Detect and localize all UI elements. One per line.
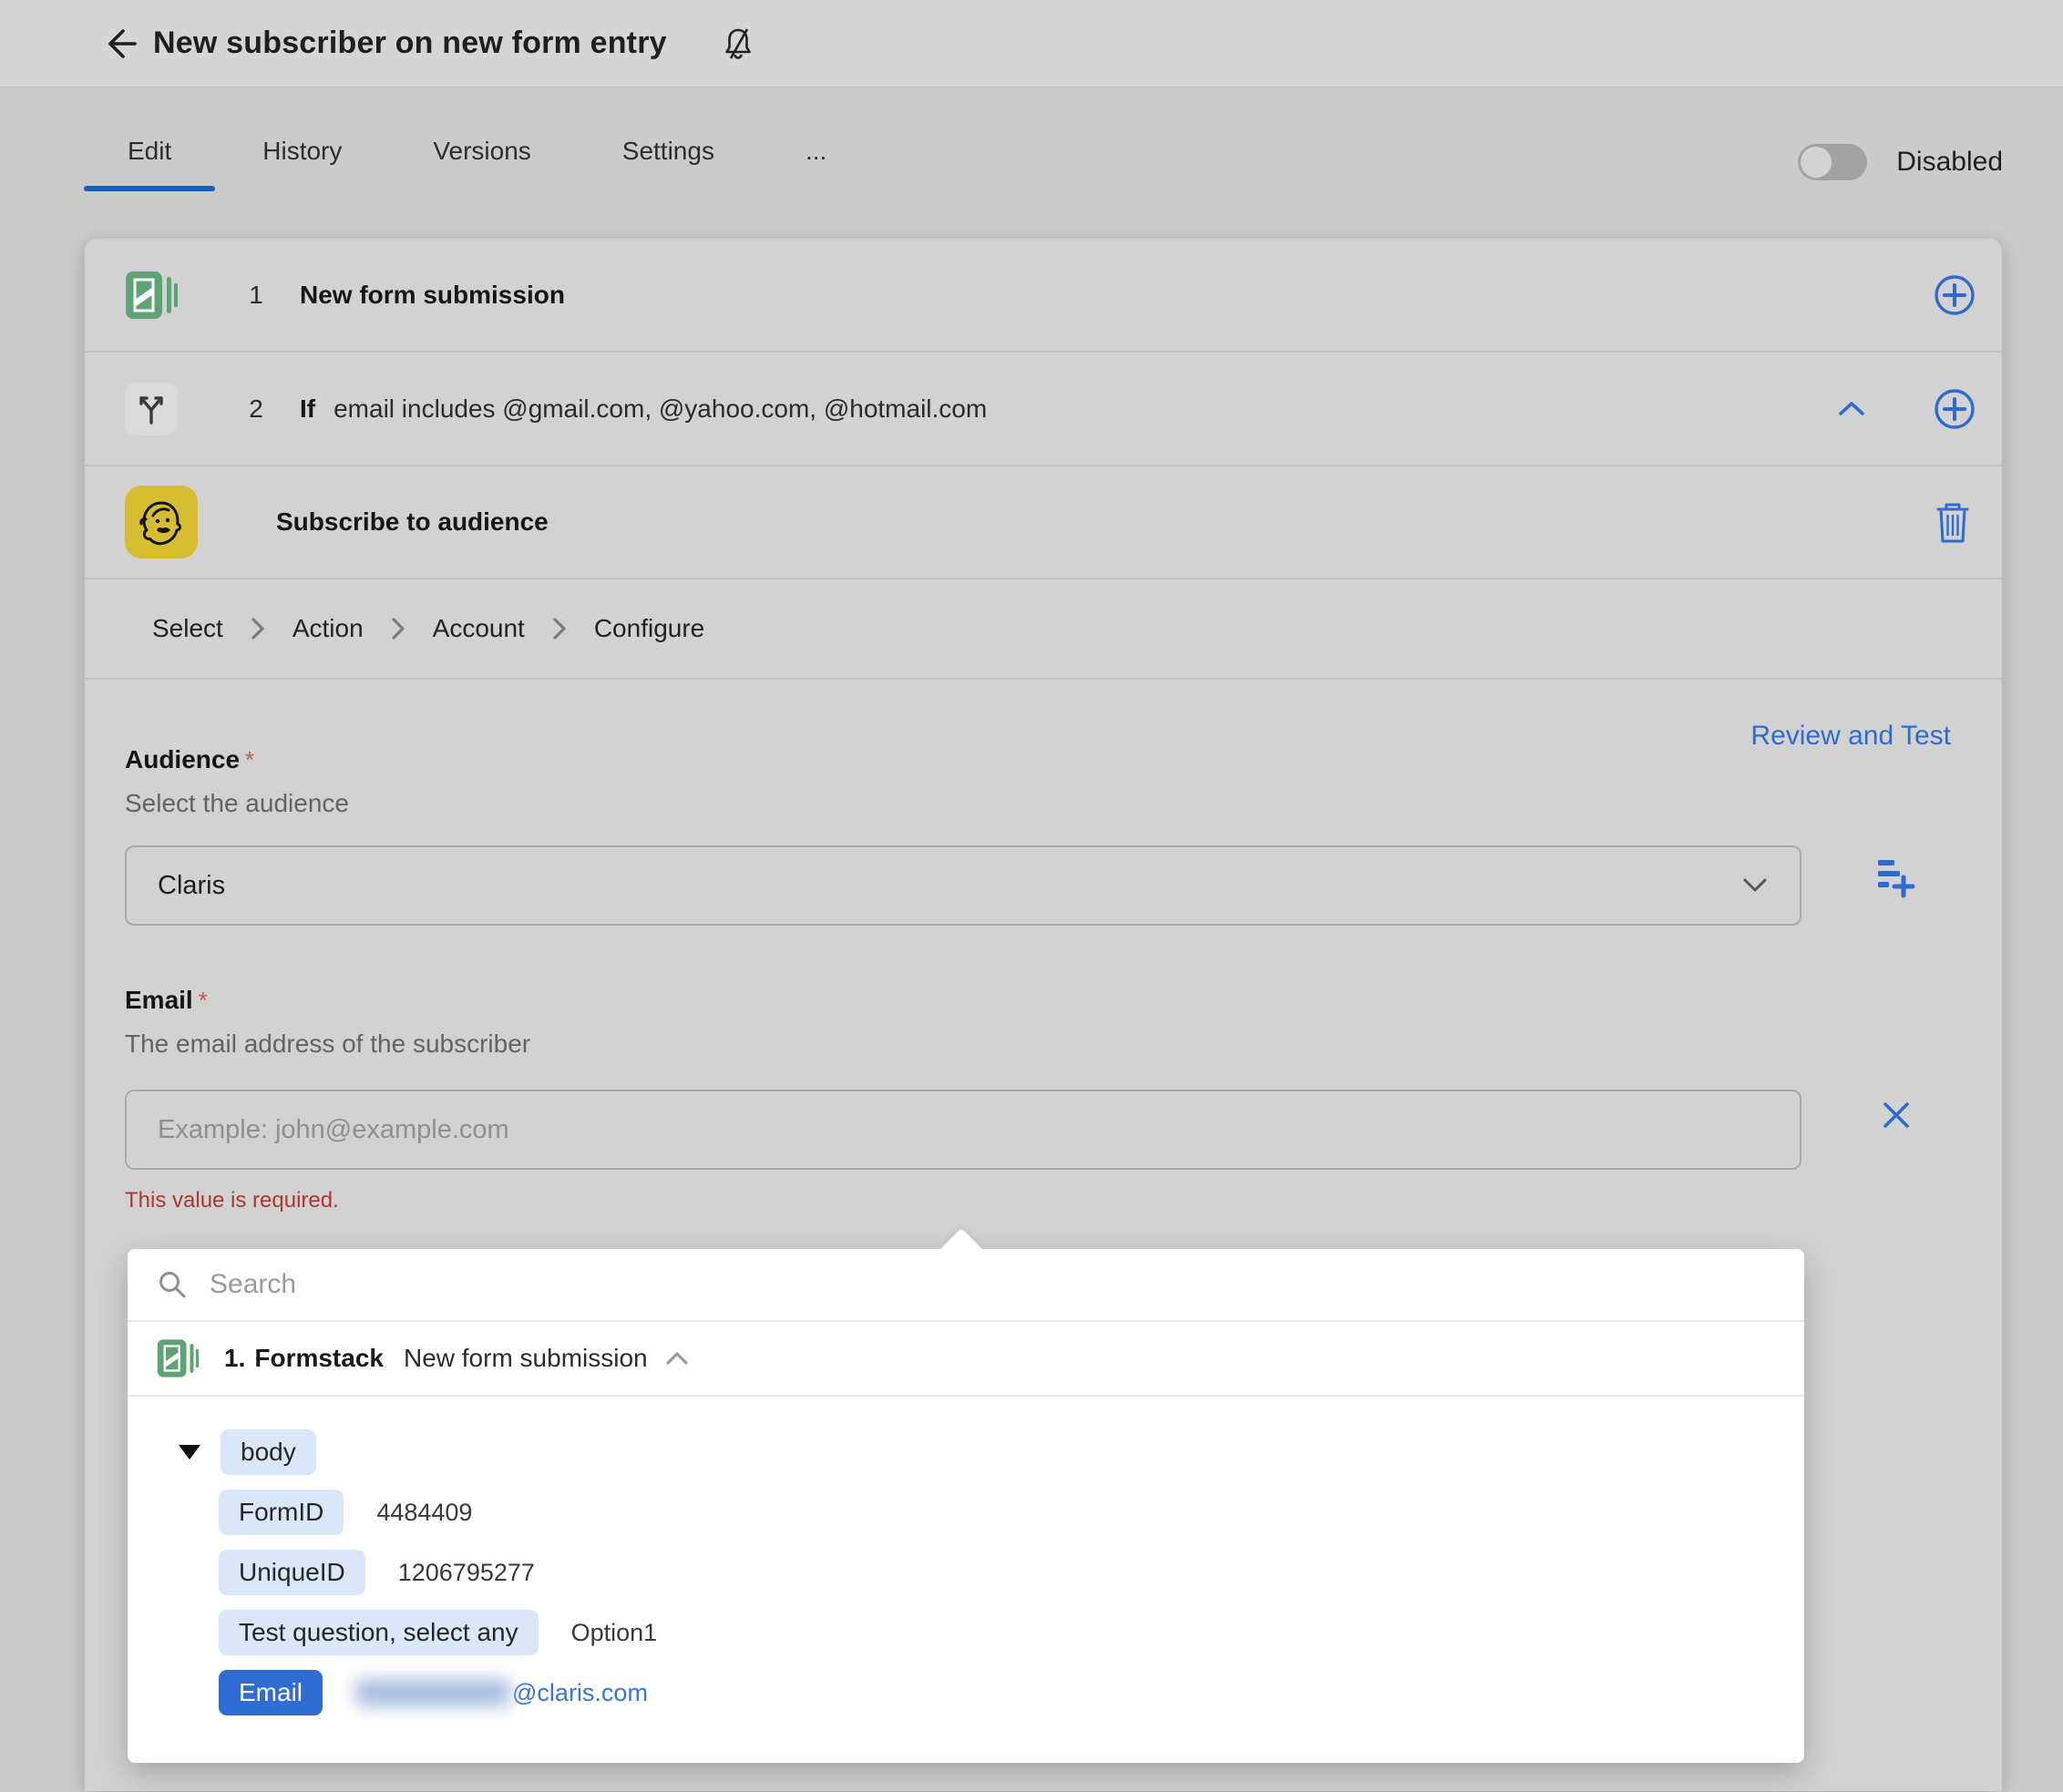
flow-step-2[interactable]: 2 If email includes @gmail.com, @yahoo.c… <box>85 353 2002 465</box>
field-chip-test-question[interactable]: Test question, select any <box>219 1610 539 1655</box>
step-number: 2 <box>249 394 263 423</box>
audience-label: Audience * <box>125 745 254 774</box>
field-chip-email[interactable]: Email <box>219 1670 323 1715</box>
top-header-bar: New subscriber on new form entry <box>0 0 2063 87</box>
insert-list-item-icon[interactable] <box>1873 855 1918 898</box>
breadcrumb: Select Action Account Configure <box>85 579 2002 678</box>
breadcrumb-action[interactable]: Action <box>293 614 364 643</box>
branch-if-icon <box>125 382 178 435</box>
required-asterisk: * <box>245 746 255 773</box>
if-condition: email includes @gmail.com, @yahoo.com, @… <box>334 394 988 423</box>
breadcrumb-select[interactable]: Select <box>152 614 223 643</box>
tab-more[interactable]: ... <box>760 137 872 191</box>
tab-bar: Edit History Versions Settings ... <box>82 137 872 191</box>
source-event-name: New form submission <box>403 1344 648 1372</box>
add-step-icon[interactable] <box>1933 387 1976 431</box>
tree-field-row: Test question, select any Option1 <box>128 1610 1804 1655</box>
source-app-name: Formstack <box>254 1344 384 1372</box>
field-tree: body FormID 4484409 UniqueID 1206795277 … <box>128 1397 1804 1715</box>
tree-field-row: FormID 4484409 <box>128 1490 1804 1535</box>
formstack-icon <box>157 1337 199 1379</box>
chevron-right-icon <box>251 617 265 640</box>
chevron-up-icon[interactable] <box>1836 398 1867 420</box>
email-label-text: Email <box>125 986 193 1014</box>
email-label: Email * <box>125 986 208 1015</box>
tab-versions[interactable]: Versions <box>387 137 576 191</box>
review-and-test-link[interactable]: Review and Test <box>1750 721 1951 752</box>
triangle-down-icon[interactable] <box>179 1445 200 1459</box>
toggle-state-label: Disabled <box>1896 147 2003 177</box>
audience-select[interactable]: Claris <box>125 845 1801 926</box>
flow-step-1[interactable]: 1 New form submission <box>85 239 2002 351</box>
email-input[interactable] <box>125 1090 1801 1170</box>
email-helper: The email address of the subscriber <box>125 1029 531 1058</box>
formstack-icon <box>125 269 178 322</box>
chevron-down-icon <box>1741 876 1769 895</box>
field-chip-formid[interactable]: FormID <box>219 1490 344 1535</box>
tree-root-row[interactable]: body <box>128 1429 1804 1475</box>
validation-error: This value is required. <box>125 1188 339 1213</box>
audience-label-text: Audience <box>125 745 241 773</box>
chevron-up-icon[interactable] <box>664 1350 690 1367</box>
tree-field-row: Email @claris.com <box>128 1670 1804 1715</box>
audience-helper: Select the audience <box>125 789 349 817</box>
source-step-number: 1. <box>224 1344 246 1372</box>
configure-section: Review and Test Audience * Select the aud… <box>85 680 2002 1792</box>
enable-toggle-group: Disabled <box>1798 144 2003 180</box>
picker-search-row <box>128 1249 1804 1322</box>
picker-search-input[interactable] <box>210 1269 1804 1300</box>
tab-settings[interactable]: Settings <box>577 137 760 191</box>
back-arrow-icon[interactable] <box>98 24 139 64</box>
required-asterisk: * <box>198 987 208 1014</box>
audience-selected-value: Claris <box>158 870 226 900</box>
flow-card: 1 New form submission 2 If email include… <box>85 239 2002 1791</box>
chevron-right-icon <box>391 617 405 640</box>
step-number: 1 <box>249 280 263 309</box>
field-value: 4484409 <box>376 1498 473 1526</box>
breadcrumb-configure[interactable]: Configure <box>594 614 704 643</box>
field-picker-panel: 1. Formstack New form submission body Fo… <box>128 1227 1804 1763</box>
tree-root-chip[interactable]: body <box>221 1429 316 1475</box>
page-title: New subscriber on new form entry <box>153 26 667 60</box>
field-chip-uniqueid[interactable]: UniqueID <box>219 1550 365 1595</box>
notifications-off-icon[interactable] <box>720 26 756 62</box>
picker-source-row[interactable]: 1. Formstack New form submission <box>128 1322 1804 1397</box>
action-title: Subscribe to audience <box>276 507 549 536</box>
tab-edit[interactable]: Edit <box>82 137 217 191</box>
toggle-knob <box>1801 147 1832 178</box>
mailchimp-icon <box>125 486 198 558</box>
breadcrumb-account[interactable]: Account <box>433 614 525 643</box>
field-value: Option1 <box>570 1618 658 1646</box>
field-value-email: @claris.com <box>355 1679 648 1707</box>
flow-action-row[interactable]: Subscribe to audience <box>85 466 2002 578</box>
if-keyword: If <box>300 394 316 423</box>
step-title: New form submission <box>300 280 565 309</box>
enabled-toggle[interactable] <box>1798 144 1868 180</box>
redacted-email-blob <box>355 1679 511 1706</box>
clear-x-icon[interactable] <box>1878 1097 1914 1133</box>
email-domain-suffix: @claris.com <box>512 1678 648 1706</box>
tab-history[interactable]: History <box>217 137 387 191</box>
field-value: 1206795277 <box>397 1558 535 1586</box>
tree-field-row: UniqueID 1206795277 <box>128 1550 1804 1595</box>
chevron-right-icon <box>552 617 567 640</box>
search-icon <box>157 1269 188 1300</box>
trash-icon[interactable] <box>1933 499 1973 545</box>
add-step-icon[interactable] <box>1933 273 1976 317</box>
